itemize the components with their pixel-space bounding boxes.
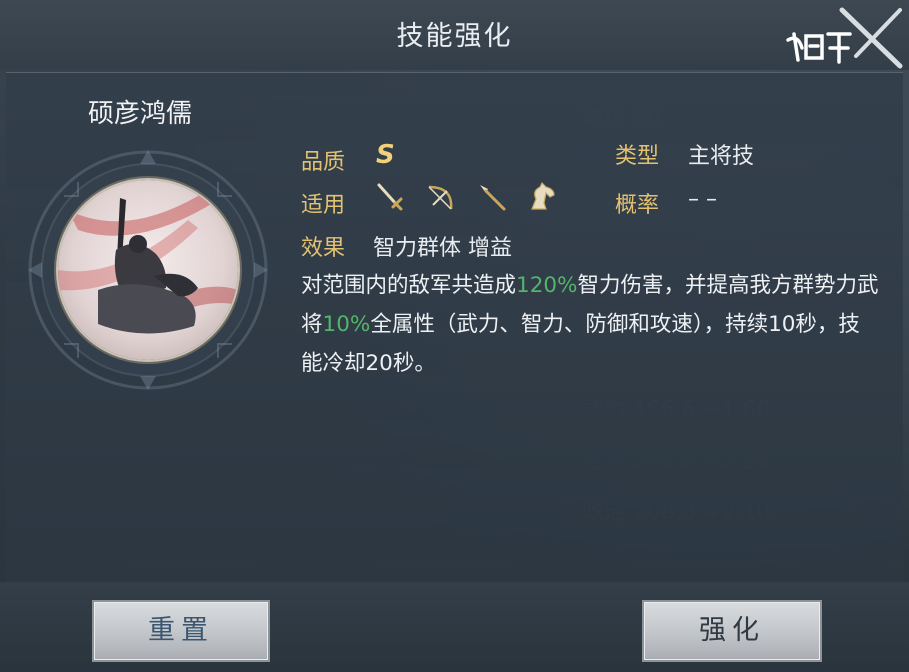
desc-highlight-bonus: 10% bbox=[322, 312, 371, 337]
rate-label: 概率 bbox=[615, 193, 660, 218]
bow-icon bbox=[428, 185, 453, 210]
desc-text: 对范围内的敌军共造成 bbox=[301, 273, 517, 298]
quality-value: S bbox=[376, 140, 395, 170]
usage-label: 适用 bbox=[301, 193, 346, 218]
reset-button[interactable]: 重置 bbox=[92, 600, 270, 662]
desc-highlight-damage: 120% bbox=[516, 273, 578, 298]
horse-icon bbox=[531, 181, 555, 210]
spear-icon bbox=[480, 185, 506, 211]
skill-name: 硕彦鸿儒 bbox=[88, 99, 193, 129]
skill-description: 对范围内的敌军共造成120%智力伤害，并提高我方群势力武将10%全属性（武力、智… bbox=[301, 266, 881, 383]
type-value: 主将技 bbox=[688, 144, 755, 169]
type-label: 类型 bbox=[615, 144, 660, 169]
page-title: 技能强化 bbox=[396, 21, 513, 52]
effect-value: 智力群体 增益 bbox=[373, 236, 512, 261]
quality-label: 品质 bbox=[301, 150, 346, 175]
enhance-button[interactable]: 强化 bbox=[642, 600, 822, 662]
game-logo bbox=[784, 4, 906, 74]
desc-text: 全属性（武力、智力、防御和攻速），持续10秒，技能冷却20秒。 bbox=[301, 312, 860, 376]
rate-value: – – bbox=[688, 187, 717, 212]
effect-label: 效果 bbox=[301, 236, 346, 261]
sword-icon bbox=[377, 183, 403, 211]
skill-portrait bbox=[58, 180, 238, 360]
